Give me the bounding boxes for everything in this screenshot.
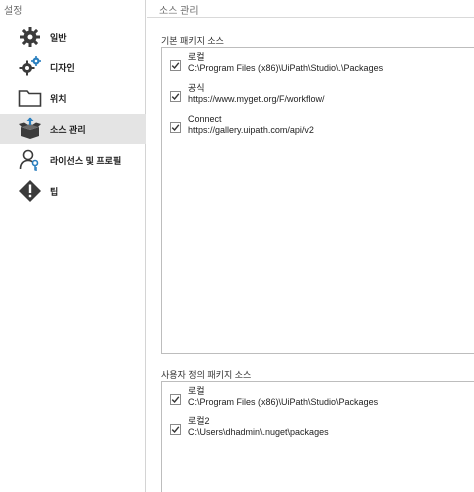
package-icon <box>18 117 42 141</box>
sidebar-item-label: 디자인 <box>50 62 75 73</box>
checkmark-icon <box>171 124 180 132</box>
list-item: 로컬 C:\Program Files (x86)\UiPath\Studio\… <box>170 52 383 74</box>
checkmark-icon <box>171 62 180 70</box>
sidebar-item-label: 일반 <box>50 32 67 43</box>
sidebar-item-design[interactable]: 디자인 <box>0 52 146 82</box>
list-item: 공식 https://www.myget.org/F/workflow/ <box>170 83 325 105</box>
default-sources-label: 기본 패키지 소스 <box>161 36 224 46</box>
tip-icon <box>18 179 42 203</box>
checkmark-icon <box>171 93 180 101</box>
list-item: 로컬2 C:\Users\dhadmin\.nuget\packages <box>170 416 329 438</box>
source-checkbox[interactable] <box>170 394 181 405</box>
sidebar-title: 설정 <box>4 6 23 17</box>
source-name: 로컬 <box>188 386 205 396</box>
source-checkbox[interactable] <box>170 424 181 435</box>
source-path: https://www.myget.org/F/workflow/ <box>188 94 325 104</box>
divider <box>147 17 474 18</box>
custom-sources-label: 사용자 정의 패키지 소스 <box>161 370 252 380</box>
list-item: Connect https://gallery.uipath.com/api/v… <box>170 114 314 136</box>
gear-icon <box>18 25 42 49</box>
source-name: Connect <box>188 114 222 124</box>
source-path: C:\Users\dhadmin\.nuget\packages <box>188 427 329 437</box>
source-checkbox[interactable] <box>170 60 181 71</box>
sidebar-item-label: 위치 <box>50 93 67 104</box>
sidebar-item-label: 소스 관리 <box>50 124 86 135</box>
source-name: 로컬 <box>188 52 205 62</box>
list-item: 로컬 C:\Program Files (x86)\UiPath\Studio\… <box>170 386 378 408</box>
custom-sources-list[interactable]: 로컬 C:\Program Files (x86)\UiPath\Studio\… <box>161 381 474 492</box>
folder-icon <box>18 86 42 110</box>
source-name: 공식 <box>188 83 205 93</box>
source-checkbox[interactable] <box>170 122 181 133</box>
settings-sidebar: 설정 일반 디자인 위치 소스 관리 라이선스 및 프로필 팁 <box>0 0 146 492</box>
source-path: C:\Program Files (x86)\UiPath\Studio\.\P… <box>188 63 384 73</box>
sidebar-item-location[interactable]: 위치 <box>0 83 146 113</box>
sidebar-item-license-profile[interactable]: 라이선스 및 프로필 <box>0 145 146 175</box>
source-name: 로컬2 <box>188 416 210 426</box>
user-key-icon <box>18 148 42 172</box>
checkmark-icon <box>171 396 180 404</box>
sidebar-item-source-management[interactable]: 소스 관리 <box>0 114 146 144</box>
sidebar-item-label: 라이선스 및 프로필 <box>50 155 122 166</box>
source-path: C:\Program Files (x86)\UiPath\Studio\Pac… <box>188 397 379 407</box>
source-path: https://gallery.uipath.com/api/v2 <box>188 125 314 135</box>
gears-icon <box>18 55 42 79</box>
default-sources-list[interactable]: 로컬 C:\Program Files (x86)\UiPath\Studio\… <box>161 47 474 354</box>
sidebar-item-label: 팁 <box>50 186 59 197</box>
source-checkbox[interactable] <box>170 91 181 102</box>
checkmark-icon <box>171 426 180 434</box>
sidebar-item-tips[interactable]: 팁 <box>0 176 146 206</box>
sidebar-item-general[interactable]: 일반 <box>0 22 146 52</box>
page-title: 소스 관리 <box>159 6 199 17</box>
source-management-panel: 소스 관리 기본 패키지 소스 로컬 C:\Program Files (x86… <box>147 0 474 492</box>
